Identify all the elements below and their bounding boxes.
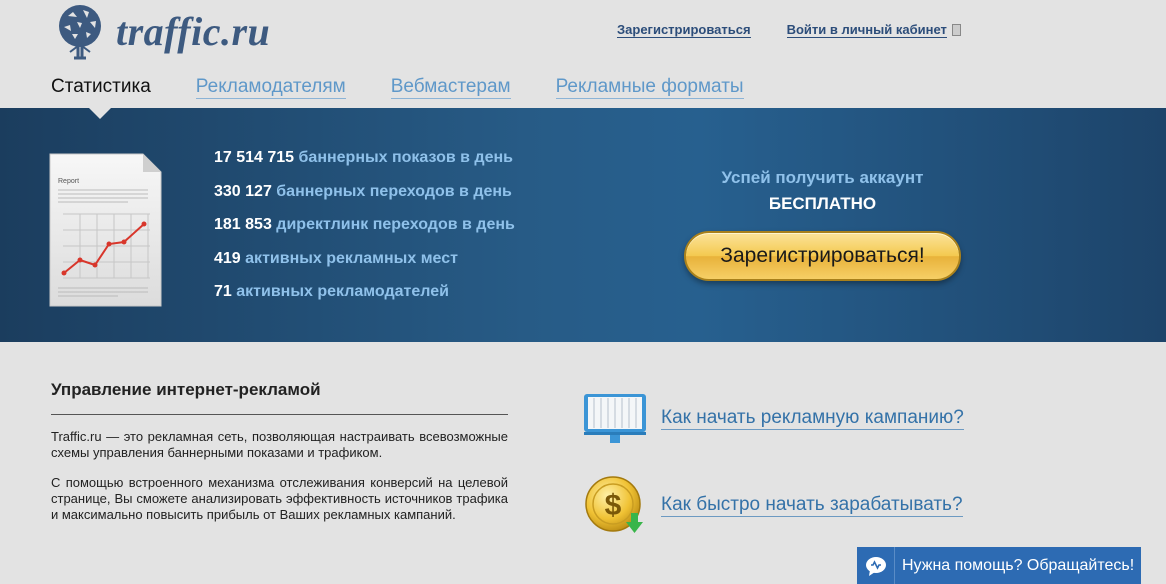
stat-directlink-clicks: 181 853 директлинк переходов в день — [214, 215, 515, 235]
howto-links: Как начать рекламную кампанию? $ Как быс… — [580, 388, 964, 535]
about-paragraph: С помощью встроенного механизма отслежив… — [51, 475, 508, 522]
billboard-icon — [580, 388, 650, 448]
stat-label: баннерных переходов в день — [276, 182, 512, 200]
cta-free-label: БЕСПЛАТНО — [768, 194, 877, 213]
nav-item-webmasters[interactable]: Вебмастерам — [390, 76, 511, 99]
stat-value: 330 127 — [214, 182, 272, 200]
header-links: Зарегистрироваться Войти в личный кабине… — [617, 22, 961, 38]
stat-value: 181 853 — [214, 216, 272, 233]
stat-label: директлинк переходов в день — [276, 216, 515, 233]
howto-link-start-campaign[interactable]: Как начать рекламную кампанию? — [661, 406, 964, 430]
report-document-icon: Report — [49, 153, 162, 307]
stat-label: активных рекламных мест — [245, 249, 458, 267]
stat-value: 419 — [214, 249, 241, 267]
login-link[interactable]: Войти в личный кабинет — [786, 22, 947, 38]
main-nav: Статистика Рекламодателям Вебмастерам Ре… — [51, 76, 789, 99]
stat-value: 17 514 715 — [214, 149, 295, 166]
active-tab-pointer — [89, 108, 111, 119]
register-link[interactable]: Зарегистрироваться — [617, 22, 751, 38]
howto-item-earning: $ Как быстро начать зарабатывать? — [580, 475, 964, 535]
svg-text:$: $ — [605, 489, 622, 522]
tree-logo-icon — [59, 5, 101, 60]
help-chat-bar[interactable]: Нужна помощь? Обращайтесь! — [857, 547, 1141, 584]
signup-cta: Успей получить аккаунт БЕСПЛАТНО Зарегис… — [684, 168, 961, 281]
help-label: Нужна помощь? Обращайтесь! — [902, 556, 1135, 574]
stat-value: 71 — [214, 283, 232, 300]
stat-label: активных рекламодателей — [236, 283, 449, 300]
about-section: Управление интернет-рекламой Traffic.ru … — [51, 380, 508, 523]
stat-banner-clicks: 330 127 баннерных переходов в день — [214, 182, 515, 202]
about-paragraph: Traffic.ru — это рекламная сеть, позволя… — [51, 429, 508, 460]
nav-item-statistics[interactable]: Статистика — [51, 76, 151, 99]
nav-item-advertisers[interactable]: Рекламодателям — [195, 76, 346, 99]
section-title: Управление интернет-рекламой — [51, 380, 508, 415]
report-title: Report — [58, 178, 79, 185]
stat-label: баннерных показов в день — [298, 149, 513, 166]
stat-ad-places: 419 активных рекламных мест — [214, 249, 515, 269]
howto-item-advertising: Как начать рекламную кампанию? — [580, 388, 964, 448]
nav-item-ad-formats[interactable]: Рекламные форматы — [555, 76, 744, 99]
logo[interactable]: traffic.ru — [50, 2, 270, 60]
register-button[interactable]: Зарегистрироваться! — [684, 231, 961, 281]
howto-link-start-earning[interactable]: Как быстро начать зарабатывать? — [661, 493, 963, 517]
stat-banner-impressions: 17 514 715 баннерных показов в день — [214, 148, 515, 168]
cta-headline: Успей получить аккаунт — [721, 168, 924, 187]
stats-banner: Report 17 514 715 баннерных показов в де… — [0, 108, 1166, 342]
door-icon — [951, 24, 961, 36]
logo-text: traffic.ru — [116, 8, 271, 54]
stat-advertisers: 71 активных рекламодателей — [214, 282, 515, 302]
site-header: traffic.ru Зарегистрироваться Войти в ли… — [0, 0, 1166, 108]
chat-bubble-icon — [857, 547, 895, 584]
dollar-coin-icon: $ — [580, 475, 650, 535]
stats-list: 17 514 715 баннерных показов в день 330 … — [214, 148, 515, 316]
